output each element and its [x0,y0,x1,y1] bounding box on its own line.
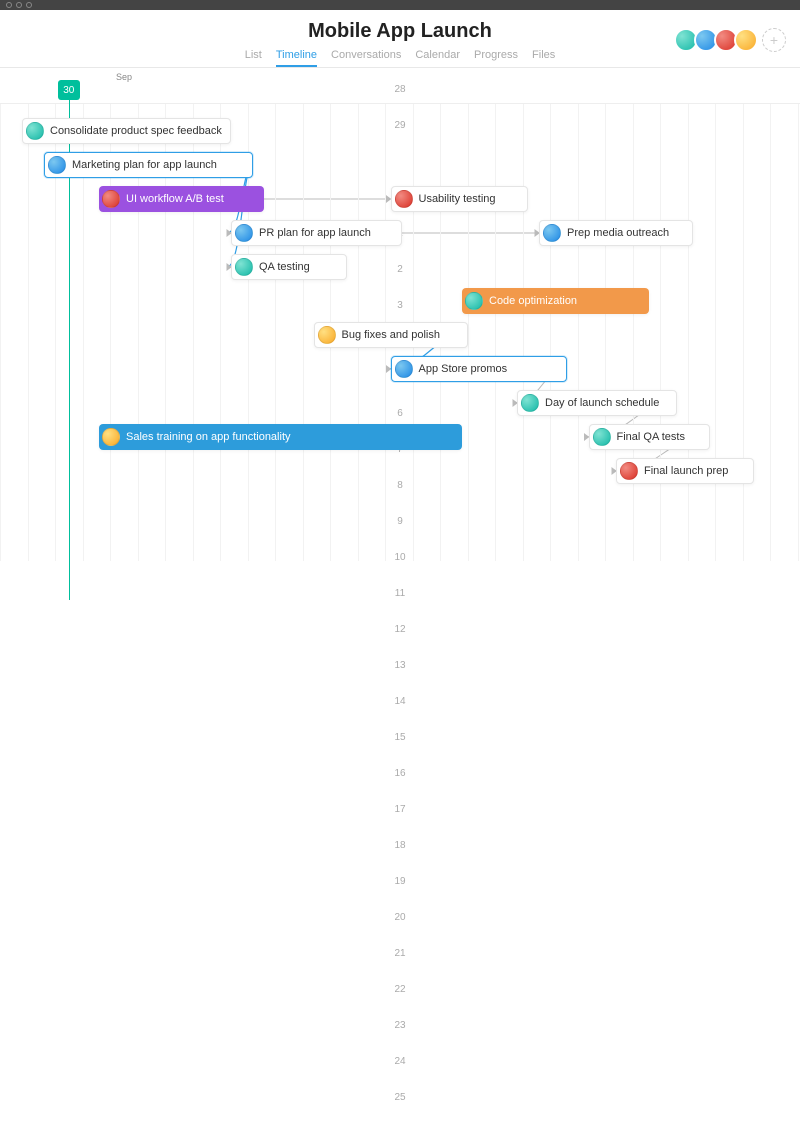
task-label: QA testing [259,261,310,273]
tab-timeline[interactable]: Timeline [276,49,317,67]
task-bar[interactable]: Final launch prep [616,458,754,484]
project-members: + [678,28,786,52]
add-member-button[interactable]: + [762,28,786,52]
task-bar[interactable]: Day of launch schedule [517,390,677,416]
date-cell: 21 [0,932,800,968]
date-cell: 17 [0,788,800,824]
member-avatar[interactable] [734,28,758,52]
task-label: Marketing plan for app launch [72,159,217,171]
task-bar[interactable]: Prep media outreach [539,220,693,246]
task-label: Usability testing [419,193,496,205]
task-bar[interactable]: Bug fixes and polish [314,322,468,348]
header: Mobile App Launch ListTimelineConversati… [0,10,800,68]
date-cell: 24 [0,1040,800,1076]
task-label: Day of launch schedule [545,397,659,409]
assignee-avatar [48,156,66,174]
assignee-avatar [543,224,561,242]
date-cell: 14 [0,680,800,716]
task-bar[interactable]: Marketing plan for app launch [44,152,253,178]
task-bar[interactable]: Code optimization [462,288,649,314]
date-cell: 23 [0,1004,800,1040]
task-label: Bug fixes and polish [342,329,440,341]
task-bar[interactable]: Final QA tests [589,424,710,450]
timeline-date-axis: 2829303112345678910111213141516171819202… [0,68,800,104]
task-bar[interactable]: Consolidate product spec feedback [22,118,231,144]
window-titlebar [0,0,800,10]
date-cell: 13 [0,644,800,680]
task-bar[interactable]: QA testing [231,254,347,280]
task-bar[interactable]: App Store promos [391,356,567,382]
assignee-avatar [235,224,253,242]
assignee-avatar [102,428,120,446]
tab-progress[interactable]: Progress [474,49,518,67]
month-label: Sep [116,72,132,82]
task-bar[interactable]: UI workflow A/B test [99,186,264,212]
assignee-avatar [395,360,413,378]
tab-files[interactable]: Files [532,49,555,67]
window-button[interactable] [6,2,12,8]
date-cell: 15 [0,716,800,752]
date-cell: 11 [0,572,800,608]
date-cell: 22 [0,968,800,1004]
task-bar[interactable]: PR plan for app launch [231,220,402,246]
tab-calendar[interactable]: Calendar [415,49,460,67]
date-cell: 19 [0,860,800,896]
date-cell: 26 [0,1112,800,1122]
assignee-avatar [465,292,483,310]
task-label: UI workflow A/B test [126,193,224,205]
today-marker: 30 [58,80,80,100]
assignee-avatar [521,394,539,412]
assignee-avatar [593,428,611,446]
assignee-avatar [26,122,44,140]
assignee-avatar [318,326,336,344]
task-label: Final QA tests [617,431,685,443]
assignee-avatar [235,258,253,276]
task-label: Consolidate product spec feedback [50,125,222,137]
gantt-chart[interactable]: Consolidate product spec feedback Marketi… [0,104,800,561]
assignee-avatar [395,190,413,208]
date-cell: 25 [0,1076,800,1112]
tab-list[interactable]: List [245,49,262,67]
window-button[interactable] [26,2,32,8]
date-cell: 16 [0,752,800,788]
window-button[interactable] [16,2,22,8]
task-bar[interactable]: Sales training on app functionality [99,424,462,450]
task-label: Code optimization [489,295,577,307]
tab-conversations[interactable]: Conversations [331,49,401,67]
date-cell: 18 [0,824,800,860]
task-label: Sales training on app functionality [126,431,291,443]
task-label: Final launch prep [644,465,728,477]
task-label: App Store promos [419,363,508,375]
task-label: PR plan for app launch [259,227,371,239]
task-label: Prep media outreach [567,227,669,239]
assignee-avatar [102,190,120,208]
date-cell: 12 [0,608,800,644]
date-cell: 20 [0,896,800,932]
assignee-avatar [620,462,638,480]
task-bar[interactable]: Usability testing [391,186,529,212]
